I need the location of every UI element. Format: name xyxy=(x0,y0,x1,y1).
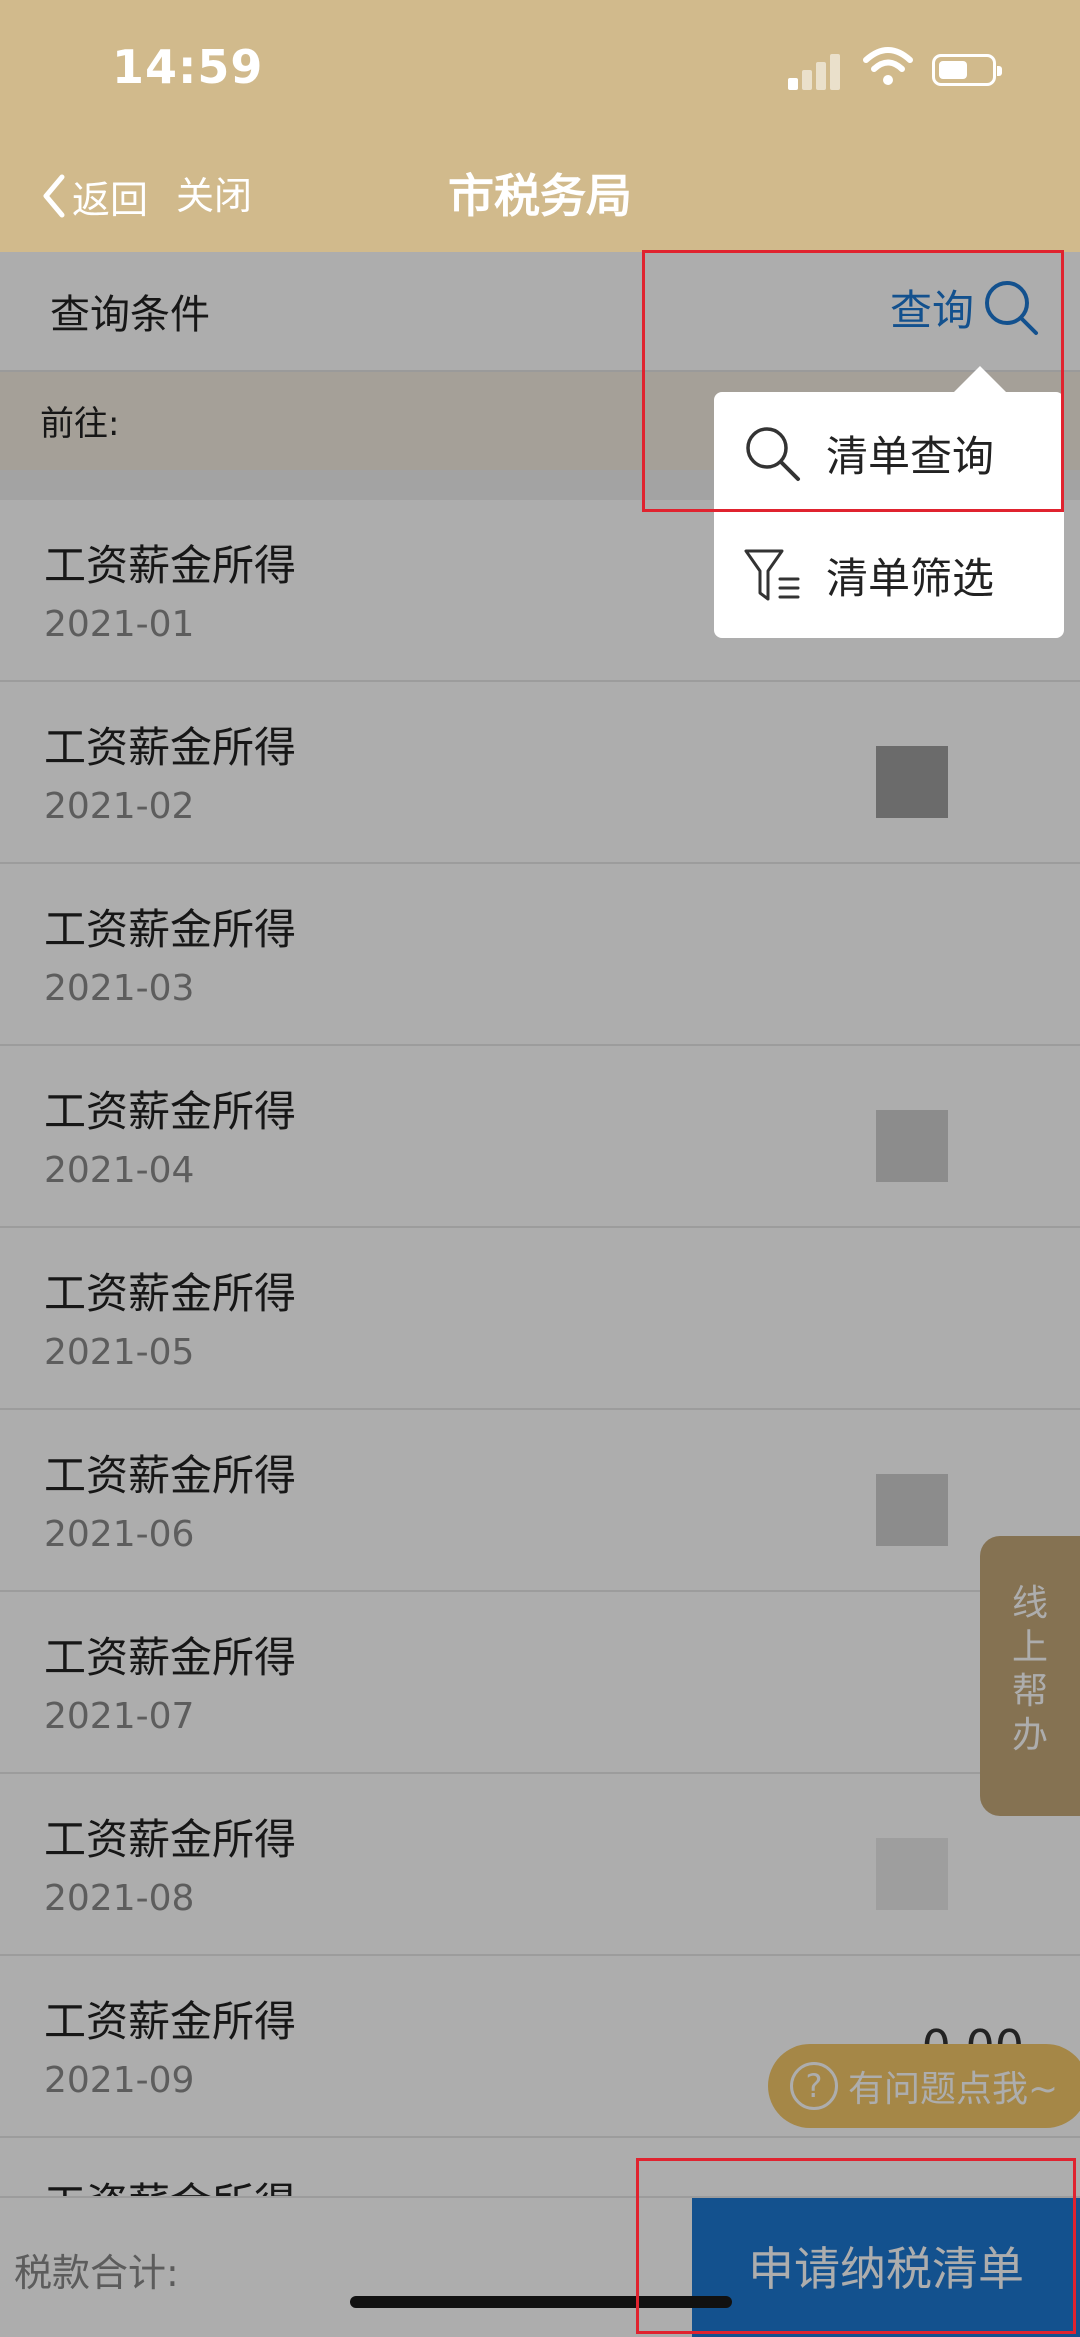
status-time: 14:59 xyxy=(112,40,264,94)
chevron-left-icon xyxy=(43,174,65,218)
menu-item-label: 清单筛选 xyxy=(826,553,995,603)
back-button[interactable]: 返回 xyxy=(40,164,148,228)
app-screen: 14:59 返回 关闭 市税务局 查询条件 查询 前往: 工资薪金所得 2021… xyxy=(0,0,1080,2337)
menu-item-list-filter[interactable]: 清单筛选 xyxy=(714,514,1064,636)
wifi-icon xyxy=(863,47,913,85)
page-title: 市税务局 xyxy=(448,169,632,223)
annotation-box-query xyxy=(642,250,1064,512)
battery-icon xyxy=(932,54,1002,86)
back-label: 返回 xyxy=(72,177,149,222)
cellular-signal-icon xyxy=(788,52,844,90)
close-button[interactable]: 关闭 xyxy=(176,164,252,228)
filter-icon xyxy=(744,549,800,601)
nav-bar: 返回 关闭 市税务局 xyxy=(0,140,1080,252)
status-bar: 14:59 xyxy=(0,0,1080,140)
annotation-box-apply xyxy=(636,2158,1076,2334)
